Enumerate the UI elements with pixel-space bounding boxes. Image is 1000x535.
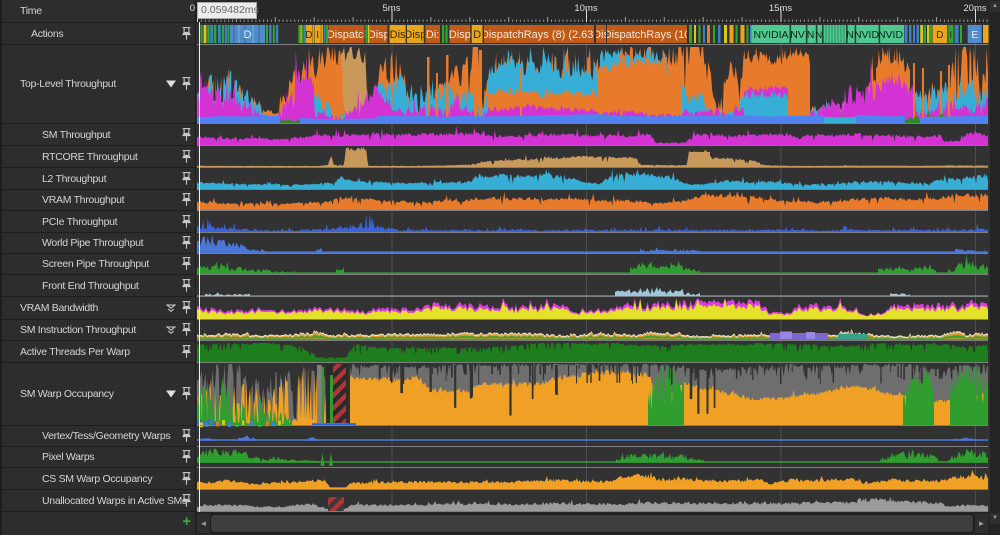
svg-text:I: I (950, 30, 953, 40)
svg-text:DispatchRays (8) (2.63r: DispatchRays (8) (2.63r (481, 29, 597, 41)
svg-text:N: N (807, 29, 815, 41)
svg-text:15ms: 15ms (769, 3, 792, 14)
svg-text:N: N (846, 29, 854, 41)
svg-text:I: I (316, 30, 319, 41)
svg-text:D: D (305, 30, 312, 41)
svg-text:Dis: Dis (390, 29, 406, 41)
svg-text:Disp: Disp (449, 29, 471, 41)
svg-text:NVID: NVID (854, 29, 880, 41)
svg-text:Dis: Dis (593, 29, 609, 41)
svg-text:5ms: 5ms (383, 3, 401, 14)
svg-text:DispatchRays (10: DispatchRays (10 (604, 29, 691, 41)
svg-text:NVIDIA: NVIDIA (753, 29, 788, 41)
svg-text:N: N (815, 30, 822, 41)
svg-text:10ms: 10ms (574, 3, 597, 14)
svg-text:20ms: 20ms (963, 3, 986, 14)
svg-text:D: D (244, 29, 252, 41)
svg-text:NVID: NVID (878, 29, 904, 41)
svg-text:Disp: Disp (404, 29, 426, 41)
svg-text:D: D (936, 30, 943, 41)
svg-text:Dispatcl: Dispatcl (327, 29, 366, 41)
svg-text:NV: NV (790, 29, 805, 41)
svg-text:Disp: Disp (368, 29, 390, 41)
svg-text:Di:: Di: (426, 29, 439, 41)
svg-text:D: D (473, 29, 481, 41)
svg-text:0: 0 (190, 3, 195, 14)
svg-text:E: E (971, 30, 978, 41)
